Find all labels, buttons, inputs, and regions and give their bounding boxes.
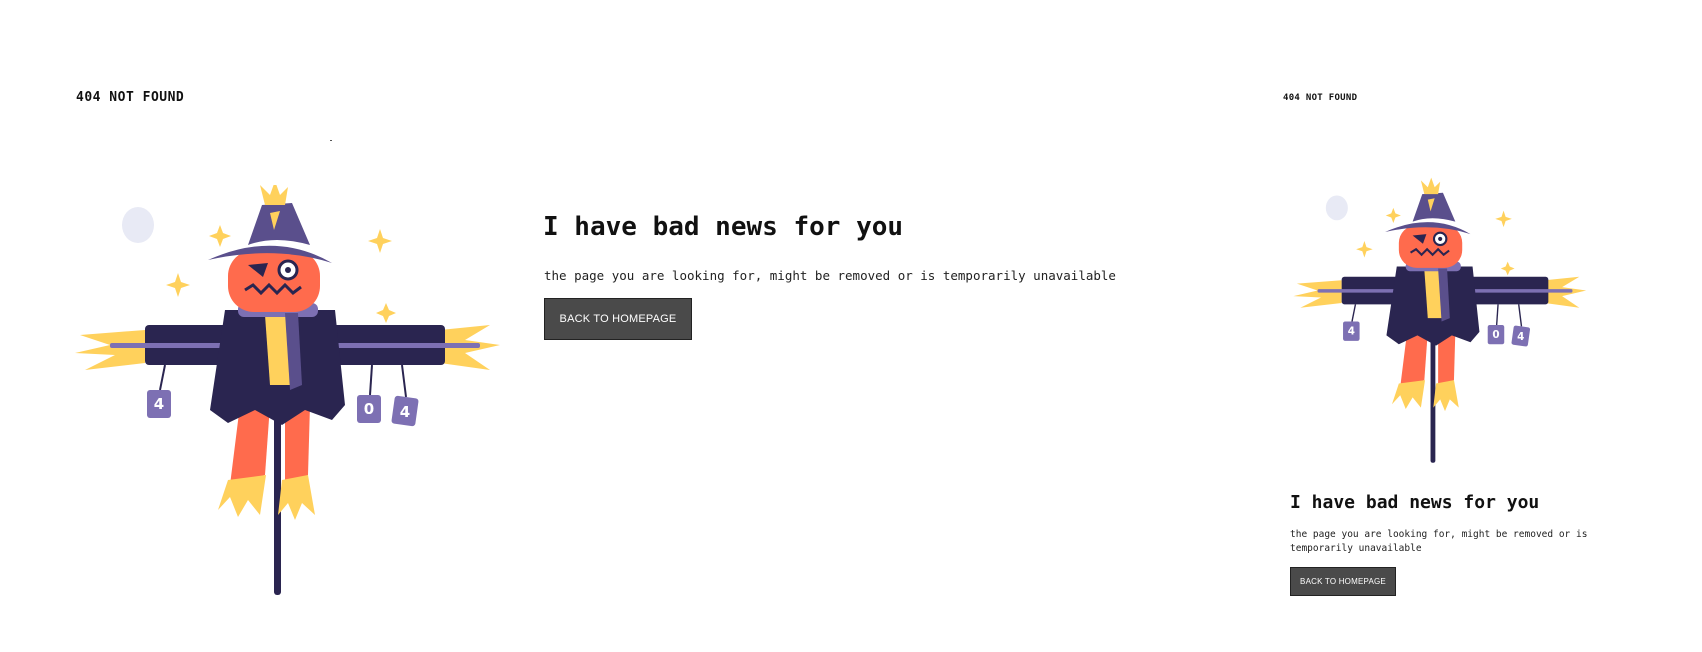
sparkle-icon: [1385, 207, 1401, 224]
decorative-dot: [330, 140, 332, 141]
sparkle-icon: [1500, 261, 1515, 276]
can-digit-2: 0: [1492, 329, 1499, 341]
straw-right-foot: [1433, 380, 1459, 412]
scarecrow-svg-mobile: 4 0 4: [1293, 177, 1587, 463]
sparkle-icon: [166, 273, 190, 297]
straw-left-hand: [1293, 280, 1342, 308]
can-digit-2: 0: [364, 400, 374, 418]
moon-shape: [1325, 195, 1348, 221]
straw-left-foot: [1391, 380, 1426, 410]
pumpkin-head: [1398, 225, 1463, 268]
moon-shape: [122, 207, 154, 243]
hat-crown: [248, 203, 310, 245]
can-digit-3: 4: [1517, 331, 1524, 343]
sparkle-icon: [1356, 240, 1373, 258]
straw-left-hand: [75, 330, 145, 370]
page-subtitle: the page you are looking for, might be r…: [544, 268, 1116, 283]
can-digit-3: 4: [400, 403, 410, 421]
scarecrow-svg: 4 0 4: [75, 185, 500, 595]
brand-title: 404 NOT FOUND: [76, 90, 185, 105]
scarecrow-illustration: 4 0 4: [70, 185, 520, 605]
sparkle-icon: [209, 225, 231, 247]
sparkle-icon: [376, 303, 396, 323]
page-subtitle-mobile: the page you are looking for, might be r…: [1290, 529, 1588, 554]
page-heading: I have bad news for you: [543, 212, 904, 242]
hat-straw: [260, 185, 288, 205]
back-to-homepage-button-mobile[interactable]: BACK TO HOMEPAGE: [1290, 567, 1396, 596]
hat-crown: [1412, 192, 1456, 222]
straw-right-foot: [278, 475, 315, 520]
pole: [1430, 325, 1436, 463]
back-to-homepage-button[interactable]: BACK TO HOMEPAGE: [544, 298, 692, 340]
sparkle-icon: [1495, 210, 1512, 228]
can-digit-1: 4: [154, 395, 164, 413]
can-digit-1: 4: [1348, 326, 1355, 338]
hat-straw: [1420, 177, 1441, 195]
brand-title-mobile: 404 NOT FOUND: [1283, 93, 1358, 103]
pumpkin-head: [228, 250, 320, 312]
page-heading-mobile: I have bad news for you: [1290, 492, 1540, 513]
sparkle-icon: [368, 229, 392, 253]
straw-left-foot: [218, 475, 266, 517]
scarecrow-illustration-mobile: 4 0 4: [1290, 175, 1600, 475]
pole: [274, 395, 281, 595]
